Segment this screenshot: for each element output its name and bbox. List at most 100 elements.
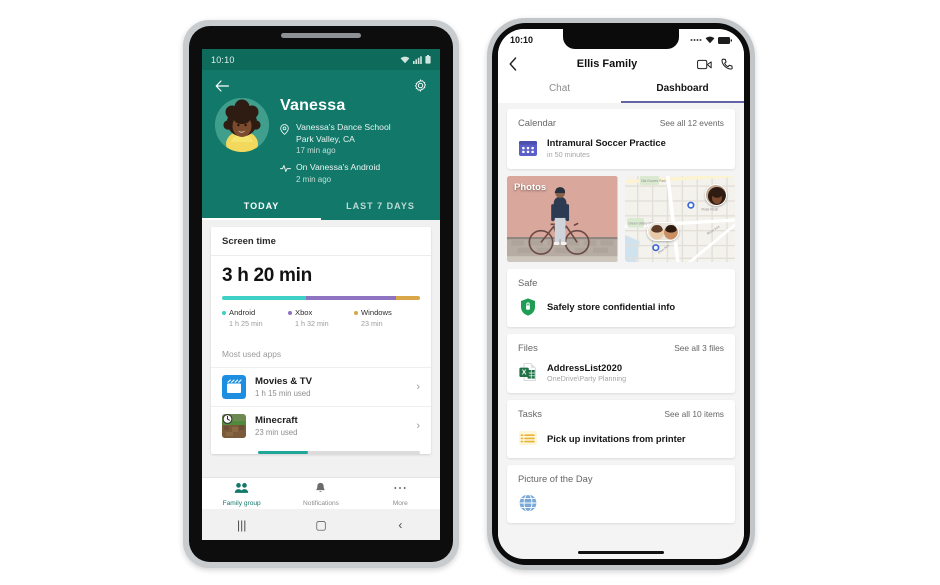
battery-icon bbox=[425, 55, 431, 64]
ios-tab-bar: Chat Dashboard bbox=[498, 79, 744, 103]
profile-block: Vanessa Vanessa's Dance School Park Vall… bbox=[202, 92, 440, 184]
screen-time-total: 3 h 20 min bbox=[222, 264, 312, 286]
battery-icon bbox=[718, 36, 732, 44]
android-phone-mockup: 10:10 Vanessa Vanessa's Dance School Par… bbox=[183, 20, 459, 568]
see-all-files-link[interactable]: See all 3 files bbox=[674, 343, 724, 353]
location-pin-icon bbox=[280, 122, 291, 155]
legend-value: 23 min bbox=[361, 319, 383, 328]
tasks-card: Tasks See all 10 items Pick up invitatio… bbox=[507, 400, 735, 458]
tab-today[interactable]: TODAY bbox=[202, 195, 321, 220]
status-icons bbox=[690, 36, 732, 44]
activity-pulse-icon bbox=[280, 162, 291, 184]
status-time: 10:10 bbox=[211, 54, 235, 65]
home-indicator[interactable] bbox=[578, 550, 664, 554]
app-info: Movies & TV 1 h 15 min used bbox=[255, 376, 312, 398]
legend-dot bbox=[222, 310, 226, 315]
back-icon[interactable]: ‹ bbox=[361, 518, 440, 532]
activity-row: On Vanessa's Android 2 min ago bbox=[280, 162, 391, 184]
safe-item-row[interactable]: Safely store confidential info bbox=[507, 294, 735, 327]
file-row[interactable]: X AddressList2020 OneDrive\Party Plannin… bbox=[507, 359, 735, 394]
photos-tile[interactable]: Photos bbox=[507, 175, 618, 262]
video-call-icon[interactable] bbox=[697, 59, 712, 70]
app-name: Minecraft bbox=[255, 415, 298, 426]
screen-time-legend: Android 1 h 25 min Xbox 1 h 32 min Windo… bbox=[222, 308, 420, 328]
legend-value: 1 h 25 min bbox=[229, 319, 263, 328]
legend-item-xbox: Xbox 1 h 32 min bbox=[288, 308, 354, 328]
profile-info: Vanessa Vanessa's Dance School Park Vall… bbox=[280, 94, 391, 184]
location-line2: Park Valley, CA bbox=[296, 133, 355, 144]
header-action-row bbox=[202, 70, 440, 92]
legend-item-android: Android 1 h 25 min bbox=[222, 308, 288, 328]
sidebar-item-notifications[interactable]: Notifications bbox=[281, 478, 360, 509]
tasks-list-icon bbox=[518, 428, 538, 448]
ios-screen: 10:10 Ellis Family Chat Dashboard Calend… bbox=[498, 29, 744, 559]
bar-segment-windows bbox=[396, 295, 420, 300]
avatar-pin-two-people[interactable] bbox=[646, 221, 679, 241]
list-item[interactable]: Minecraft 23 min used › bbox=[211, 406, 431, 445]
map-tile[interactable]: Old Groves Park Green Valley Park Rose R… bbox=[624, 175, 735, 262]
back-arrow-icon[interactable] bbox=[215, 79, 229, 92]
shield-lock-icon bbox=[518, 297, 538, 317]
activity-timestamp: 2 min ago bbox=[296, 174, 332, 184]
legend-dot bbox=[288, 310, 292, 315]
chevron-left-icon[interactable] bbox=[509, 57, 517, 71]
legend-label: Xbox bbox=[295, 308, 313, 317]
calendar-icon bbox=[518, 138, 538, 158]
event-time: in 50 minutes bbox=[547, 149, 590, 159]
app-name: Movies & TV bbox=[255, 376, 313, 387]
photos-label: Photos bbox=[514, 181, 547, 193]
media-tiles-row: Photos Old Groves Park Green Valley Park… bbox=[507, 175, 735, 262]
activity-line1: On Vanessa's Android bbox=[296, 162, 381, 172]
android-system-nav: ||| ▢ ‹ bbox=[202, 509, 440, 540]
excel-file-icon: X bbox=[518, 362, 538, 382]
android-profile-header: Vanessa Vanessa's Dance School Park Vall… bbox=[202, 70, 440, 220]
chevron-right-icon: › bbox=[416, 420, 420, 432]
card-title: Picture of the Day bbox=[518, 473, 593, 484]
file-name: AddressList2020 bbox=[547, 361, 623, 373]
picture-of-day-card: Picture of the Day bbox=[507, 465, 735, 523]
dashboard-content: Calendar See all 12 events Intramural So… bbox=[498, 103, 744, 547]
tab-chat[interactable]: Chat bbox=[498, 79, 621, 103]
svg-text:X: X bbox=[522, 370, 527, 377]
sidebar-item-more[interactable]: More bbox=[361, 478, 440, 509]
recents-icon[interactable]: ||| bbox=[202, 518, 281, 532]
calendar-event-row[interactable]: Intramural Soccer Practice in 50 minutes bbox=[507, 134, 735, 169]
file-info: AddressList2020 OneDrive\Party Planning bbox=[547, 362, 626, 384]
safe-card-header: Safe bbox=[507, 269, 735, 294]
activity-text: On Vanessa's Android 2 min ago bbox=[296, 162, 380, 184]
card-title: Safe bbox=[518, 276, 538, 288]
calendar-event-info: Intramural Soccer Practice in 50 minutes bbox=[547, 137, 666, 159]
tab-dashboard[interactable]: Dashboard bbox=[621, 79, 744, 103]
card-title: Calendar bbox=[518, 117, 557, 128]
picture-of-day-row[interactable] bbox=[507, 490, 735, 523]
app-usage: 23 min used bbox=[255, 428, 298, 437]
files-card-header: Files See all 3 files bbox=[507, 334, 735, 359]
android-status-bar: 10:10 bbox=[202, 49, 440, 70]
wifi-icon bbox=[400, 56, 410, 63]
avatar-pin-vanessa[interactable] bbox=[705, 183, 727, 206]
avatar bbox=[215, 98, 269, 152]
phone-call-icon[interactable] bbox=[721, 58, 733, 71]
status-time: 10:10 bbox=[510, 35, 534, 45]
app-usage: 1 h 15 min used bbox=[255, 389, 311, 398]
calendar-card-header: Calendar See all 12 events bbox=[507, 109, 735, 134]
most-used-apps-heading: Most used apps bbox=[222, 349, 282, 359]
gear-icon[interactable] bbox=[414, 79, 427, 92]
home-icon[interactable]: ▢ bbox=[281, 518, 360, 532]
screen-time-card: Screen time 3 h 20 min Android 1 h 25 mi… bbox=[211, 226, 431, 454]
tasks-card-header: Tasks See all 10 items bbox=[507, 400, 735, 425]
list-item[interactable]: Movies & TV 1 h 15 min used › bbox=[211, 367, 431, 406]
sidebar-item-family-group[interactable]: Family group bbox=[202, 478, 281, 509]
task-row[interactable]: Pick up invitations from printer bbox=[507, 425, 735, 458]
header-actions bbox=[697, 58, 733, 71]
cellular-dots-icon bbox=[690, 39, 702, 41]
signal-icon bbox=[413, 55, 422, 64]
bell-icon bbox=[316, 482, 326, 493]
safe-card: Safe Safely store confidential info bbox=[507, 268, 735, 327]
ios-phone-mockup: 10:10 Ellis Family Chat Dashboard Calend… bbox=[487, 18, 755, 570]
tab-last-7-days[interactable]: LAST 7 DAYS bbox=[321, 195, 440, 220]
movies-tv-icon bbox=[222, 375, 246, 399]
see-all-events-link[interactable]: See all 12 events bbox=[660, 118, 724, 128]
svg-text:Old Groves Park: Old Groves Park bbox=[640, 178, 665, 182]
see-all-tasks-link[interactable]: See all 10 items bbox=[664, 409, 724, 419]
